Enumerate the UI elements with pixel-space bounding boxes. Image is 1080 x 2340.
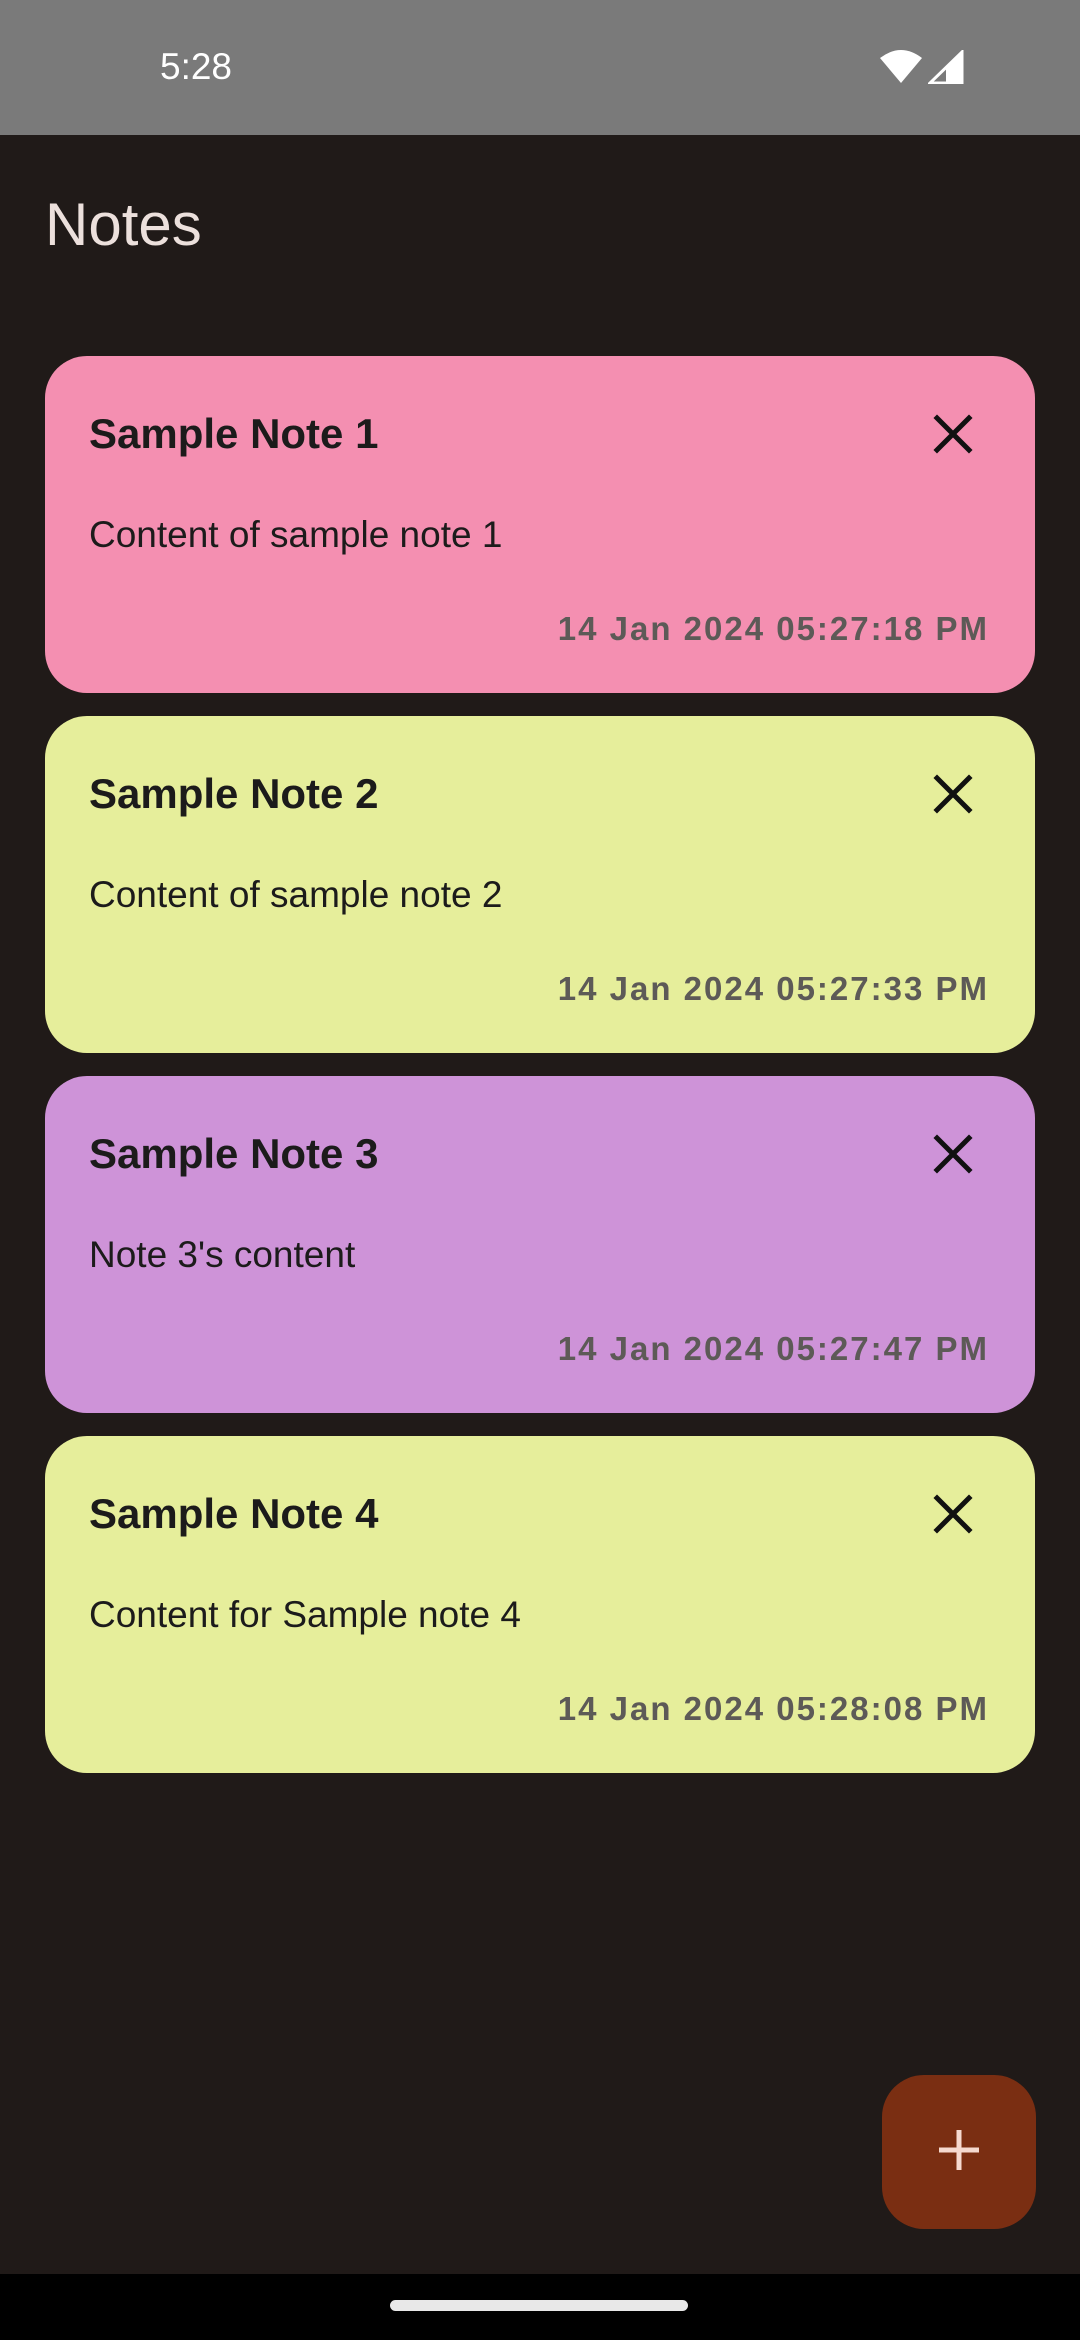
note-card[interactable]: Sample Note 2 Content of sample note 2 1… — [45, 716, 1035, 1053]
note-card[interactable]: Sample Note 3 Note 3's content 14 Jan 20… — [45, 1076, 1035, 1413]
note-card[interactable]: Sample Note 1 Content of sample note 1 1… — [45, 356, 1035, 693]
note-content: Content for Sample note 4 — [89, 1594, 521, 1635]
note-content: Note 3's content — [89, 1234, 356, 1275]
notes-list: Sample Note 1 Content of sample note 1 1… — [45, 356, 1035, 1796]
status-time: 5:28 — [160, 46, 233, 87]
note-title: Sample Note 1 — [89, 410, 379, 457]
note-content: Content of sample note 1 — [89, 514, 503, 555]
cellular-signal-icon — [926, 48, 964, 89]
note-date: 14 Jan 2024 05:27:33 PM — [557, 970, 989, 1007]
note-title: Sample Note 2 — [89, 770, 379, 817]
add-note-button[interactable] — [882, 2075, 1036, 2229]
status-icons — [880, 48, 964, 89]
note-title: Sample Note 4 — [89, 1490, 379, 1537]
note-date: 14 Jan 2024 05:28:08 PM — [557, 1690, 989, 1727]
close-icon[interactable] — [925, 1486, 981, 1542]
note-card[interactable]: Sample Note 4 Content for Sample note 4 … — [45, 1436, 1035, 1773]
close-icon[interactable] — [925, 406, 981, 462]
note-date: 14 Jan 2024 05:27:18 PM — [557, 610, 989, 647]
home-indicator[interactable] — [390, 2300, 688, 2311]
note-date: 14 Jan 2024 05:27:47 PM — [557, 1330, 989, 1367]
close-icon[interactable] — [925, 1126, 981, 1182]
note-title: Sample Note 3 — [89, 1130, 379, 1177]
wifi-icon — [880, 50, 922, 89]
close-icon[interactable] — [925, 766, 981, 822]
page-title: Notes — [45, 191, 202, 258]
status-bar: 5:28 — [0, 0, 1080, 135]
note-content: Content of sample note 2 — [89, 874, 503, 915]
navigation-bar — [0, 2274, 1080, 2340]
plus-icon — [937, 2128, 981, 2177]
